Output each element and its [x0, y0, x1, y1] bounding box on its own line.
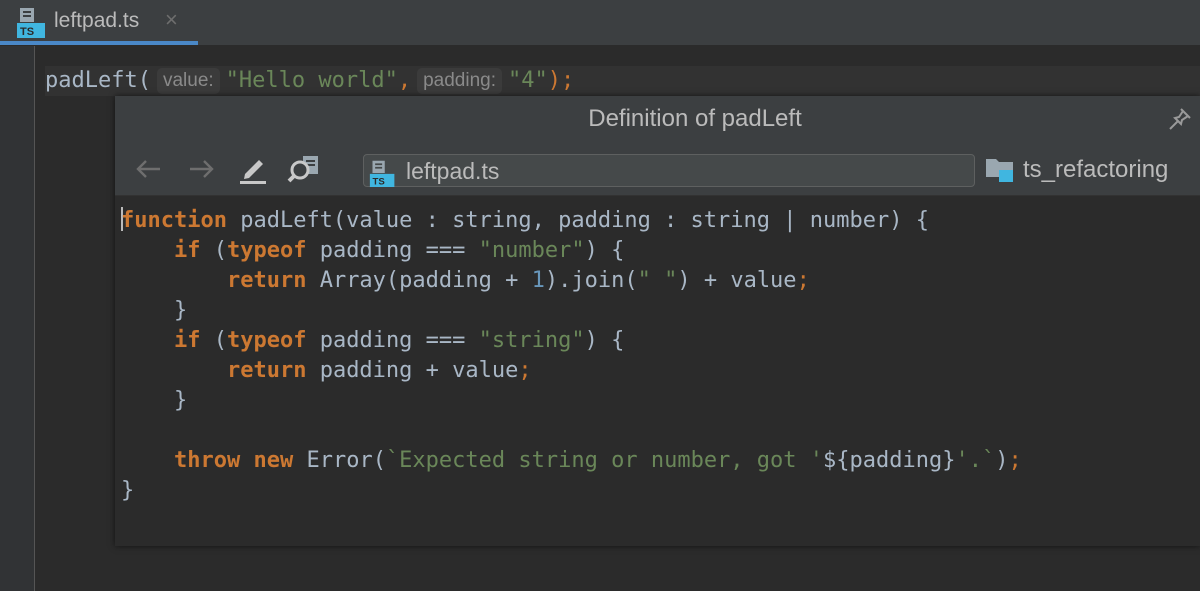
editor-gutter [0, 46, 34, 591]
popup-toolbar: TS leftpad.ts ts_refactoring [115, 141, 1200, 196]
code-token: padding + value [306, 358, 519, 383]
file-name-label: leftpad.ts [406, 158, 500, 184]
code-token: padLeft(value : string, padding : string… [226, 208, 929, 233]
pin-icon[interactable] [1167, 106, 1193, 137]
code-token: return [226, 358, 307, 383]
code-token: `Expected string or number, got ' [385, 448, 824, 473]
code-token: Array(padding + [306, 268, 532, 293]
popup-header[interactable]: Definition of padLeft [115, 96, 1200, 141]
code-token: " " [637, 268, 678, 293]
code-token: ) + value [677, 268, 797, 293]
code-token: padding === [306, 328, 479, 353]
code-token: ${padding} [823, 448, 956, 473]
code-token: Error( [293, 448, 386, 473]
tab-leftpad-ts[interactable]: TS leftpad.ts × [0, 0, 198, 45]
argument-value: "Hello world" [225, 68, 398, 93]
code-token: ; [1008, 448, 1022, 473]
code-token: return [226, 268, 307, 293]
code-line: return Array(padding + 1).join(" ") + va… [121, 266, 1022, 296]
popup-title: Definition of padLeft [588, 105, 802, 132]
code-token: ; [518, 358, 532, 383]
parameter-hint-padding: padding: [417, 68, 503, 94]
code-token: "number" [478, 238, 585, 263]
code-line: return padding + value; [121, 356, 1022, 386]
code-token: ).join( [544, 268, 638, 293]
svg-text:TS: TS [20, 26, 34, 38]
code-token: '.` [955, 448, 996, 473]
definition-popup: Definition of padLeft TS leftpad.ts ts_r… [115, 96, 1200, 546]
code-token: 1 [531, 268, 545, 293]
tab-label: leftpad.ts [54, 9, 140, 32]
code-token: typeof [226, 238, 307, 263]
code-token: ( [200, 238, 227, 263]
editor-tab-bar: TS leftpad.ts × [0, 0, 1200, 46]
edit-source-icon[interactable] [237, 153, 269, 190]
code-line: } [121, 476, 1022, 506]
code-token: } [121, 298, 188, 323]
code-line: } [121, 296, 1022, 326]
argument-padding: "4" [508, 68, 548, 93]
code-token: function [121, 208, 227, 233]
gutter-divider [34, 46, 35, 591]
code-token: padding === [306, 238, 479, 263]
parameter-hint-value: value: [156, 68, 220, 94]
svg-text:TS: TS [373, 176, 386, 187]
module-name-label: ts_refactoring [1023, 156, 1169, 183]
code-token: "string" [478, 328, 585, 353]
code-token: throw [173, 448, 241, 473]
arrow-left-icon[interactable] [133, 153, 165, 190]
code-token: if [173, 238, 201, 263]
editor-current-line[interactable]: padLeft(value: "Hello world", padding: "4")… [45, 66, 1200, 96]
code-line: throw new Error(`Expected string or numb… [121, 446, 1022, 476]
function-call: padLeft [45, 68, 138, 93]
find-usages-icon[interactable] [287, 153, 321, 190]
code-line: if (typeof padding === "string") { [121, 326, 1022, 356]
code-token: } [121, 478, 135, 503]
code-token: if [173, 328, 201, 353]
typescript-file-icon: TS [17, 6, 47, 43]
code-token: typeof [226, 328, 307, 353]
code-line: } [121, 386, 1022, 416]
close-icon[interactable]: × [165, 9, 178, 31]
code-token: ) [995, 448, 1009, 473]
code-line: function padLeft(value : string, padding… [121, 206, 1022, 236]
module-folder-icon [985, 153, 1017, 190]
file-path-field[interactable]: TS leftpad.ts [363, 154, 975, 187]
code-token: ; [796, 268, 810, 293]
code-line: if (typeof padding === "number") { [121, 236, 1022, 266]
code-token: } [121, 388, 188, 413]
code-token: ) { [584, 328, 625, 353]
code-token: ( [200, 328, 227, 353]
typescript-file-icon: TS [369, 159, 397, 192]
code-token: ) { [584, 238, 625, 263]
code-token: new [253, 448, 294, 473]
definition-code[interactable]: function padLeft(value : string, padding… [121, 206, 1022, 506]
arrow-right-icon[interactable] [185, 153, 217, 190]
